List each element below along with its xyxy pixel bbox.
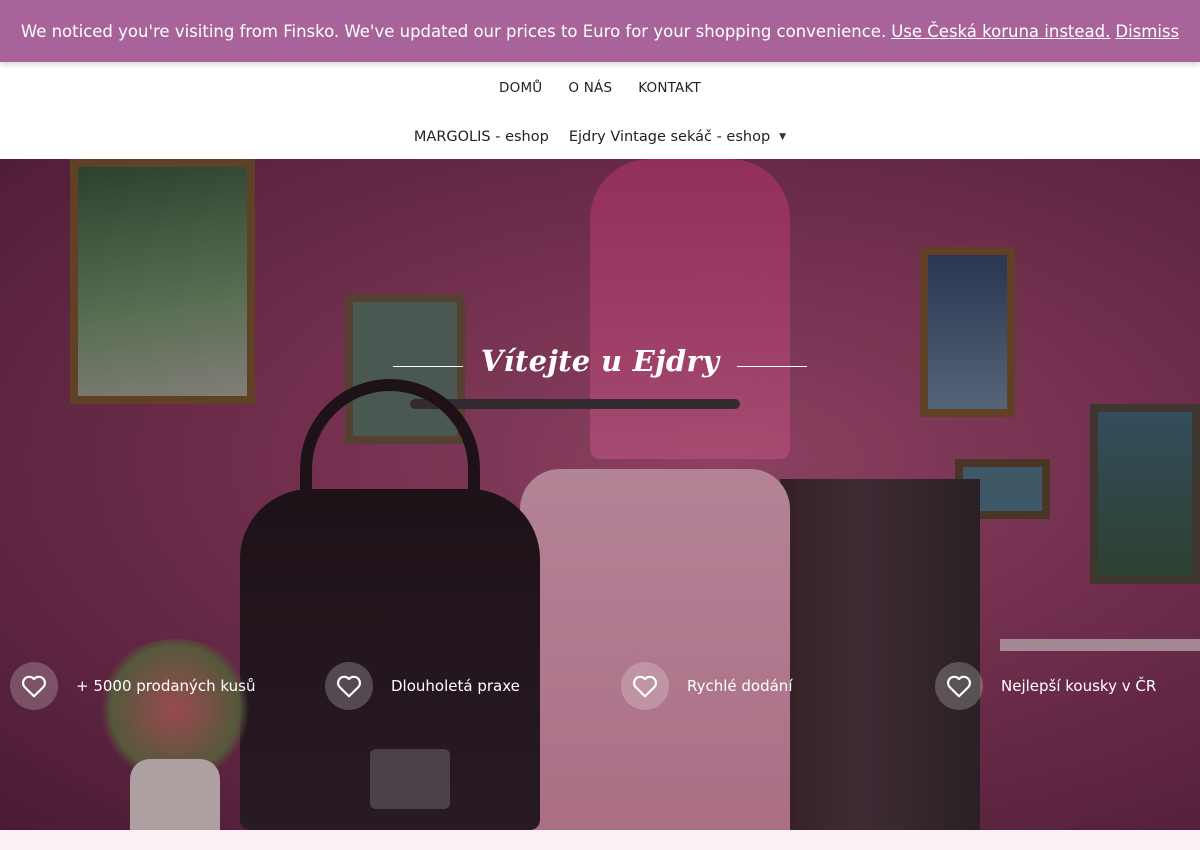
hero-heading: Vítejte u Ejdry [0, 336, 1200, 386]
nav-item-domu[interactable]: DOMŮ [499, 80, 542, 96]
feature-label: + 5000 prodaných kusů [76, 677, 256, 695]
nav-item-ejdry-vintage-label: Ejdry Vintage sekáč - eshop [568, 128, 771, 145]
nav-item-o-nas[interactable]: O NÁS [568, 80, 612, 96]
caret-down-icon: ▼ [779, 131, 787, 142]
hero-title: Vítejte u Ejdry [480, 344, 720, 378]
currency-notice-banner: We noticed you're visiting from Finsko. … [0, 0, 1200, 62]
feature-item: Dlouholetá praxe [325, 659, 520, 713]
use-czk-link[interactable]: Use Česká koruna instead. [891, 22, 1110, 41]
title-divider-right [737, 365, 808, 367]
nav-item-kontakt[interactable]: KONTAKT [638, 80, 701, 96]
primary-nav: DOMŮ O NÁS KONTAKT [0, 62, 1200, 114]
currency-notice-text: We noticed you're visiting from Finsko. … [20, 21, 887, 41]
hero-section: Vítejte u Ejdry + 5000 prodaných kusů Dl… [0, 159, 1200, 830]
next-section-edge [0, 830, 1200, 850]
secondary-nav: MARGOLIS - eshop Ejdry Vintage sekáč - e… [0, 114, 1200, 159]
heart-icon [935, 662, 983, 710]
heart-icon [325, 662, 373, 710]
heart-icon [10, 662, 58, 710]
dismiss-link[interactable]: Dismiss [1115, 22, 1179, 41]
feature-item: Rychlé dodání [621, 659, 792, 713]
nav-item-margolis-eshop[interactable]: MARGOLIS - eshop [414, 129, 549, 145]
nav-item-ejdry-vintage-eshop[interactable]: Ejdry Vintage sekáč - eshop ▼ [569, 129, 786, 145]
feature-list: + 5000 prodaných kusů Dlouholetá praxe R… [0, 659, 1200, 713]
feature-item: Nejlepší kousky v ČR [935, 659, 1156, 713]
feature-label: Nejlepší kousky v ČR [1001, 677, 1157, 695]
heart-icon [621, 662, 669, 710]
feature-label: Rychlé dodání [687, 677, 793, 695]
feature-item: + 5000 prodaných kusů [10, 659, 256, 713]
title-divider-left [392, 365, 463, 367]
feature-label: Dlouholetá praxe [391, 677, 520, 695]
